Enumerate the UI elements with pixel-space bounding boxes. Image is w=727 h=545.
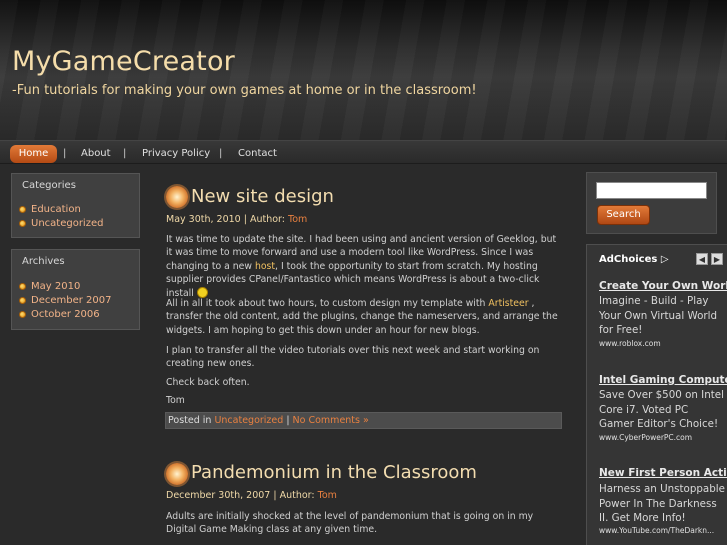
post-author-link[interactable]: Tom [318,490,337,501]
ad-next-icon[interactable]: ▶ [711,253,723,265]
adchoices-label[interactable]: AdChoices ▷ [599,254,669,265]
site-tagline: -Fun tutorials for making your own games… [12,83,477,98]
nav-home[interactable]: Home [10,145,57,163]
bullet-icon [19,283,26,290]
ad-body[interactable]: Imagine - Build - Play Your Own Virtual … [599,294,725,338]
ad-title[interactable]: New First Person Action [599,467,727,479]
post-signature: Tom [166,395,185,406]
search-widget: Search [586,172,717,234]
nav-about[interactable]: About [81,145,111,163]
archive-link-december-2007[interactable]: December 2007 [19,294,139,308]
archives-title: Archives [22,256,65,267]
post-sun-icon [166,186,188,208]
post-paragraph: All in all it took about two hours, to c… [166,298,558,336]
post-paragraph: I plan to transfer all the video tutoria… [166,345,540,370]
post-date: December 30th, 2007 [166,490,271,501]
post-paragraph: It was time to update the site. I had be… [166,234,557,299]
post-meta: May 30th, 2010 | Author: Tom [166,214,307,225]
categories-list: Education Uncategorized [12,203,139,231]
post-meta: December 30th, 2007 | Author: Tom [166,490,337,501]
nav-contact[interactable]: Contact [238,145,277,163]
nav-separator: | [123,148,127,159]
bullet-icon [19,297,26,304]
bullet-icon [19,220,26,227]
ad-body[interactable]: Save Over $500 on Intel Core i7. Voted P… [599,388,725,432]
archive-link-may-2010[interactable]: May 2010 [19,280,139,294]
ad-url[interactable]: www.YouTube.com/TheDarkn... [599,526,714,535]
ad-title[interactable]: Create Your Own World [599,280,727,292]
author-label: | Author: [273,490,315,501]
ad-prev-icon[interactable]: ◀ [696,253,708,265]
main-nav: Home | About | Privacy Policy | Contact [0,140,727,164]
adchoices-triangle-icon: ▷ [660,254,669,265]
post-title[interactable]: New site design [191,186,334,207]
site-title[interactable]: MyGameCreator [12,46,235,77]
post-footer: Posted in Uncategorized | No Comments » [165,412,562,429]
category-link-education[interactable]: Education [19,203,139,217]
archives-list: May 2010 December 2007 October 2006 [12,280,139,322]
host-link[interactable]: host [255,261,275,272]
smiley-icon [196,286,208,298]
category-link[interactable]: Uncategorized [214,415,283,426]
categories-title: Categories [22,180,76,191]
search-button[interactable]: Search [597,205,650,225]
author-label: | Author: [243,214,285,225]
post-author-link[interactable]: Tom [288,214,307,225]
ad-url[interactable]: www.CyberPowerPC.com [599,433,692,442]
post-sun-icon [166,463,188,485]
category-link-uncategorized[interactable]: Uncategorized [19,217,139,231]
post-paragraph: Adults are initially shocked at the leve… [166,511,534,536]
categories-widget: Categories Education Uncategorized [11,173,140,238]
site-header: MyGameCreator -Fun tutorials for making … [0,0,727,140]
archive-link-october-2006[interactable]: October 2006 [19,308,139,322]
ad-title[interactable]: Intel Gaming Computer [599,374,727,386]
bullet-icon [19,206,26,213]
nav-separator: | [63,148,67,159]
nav-privacy-policy[interactable]: Privacy Policy [142,145,210,163]
bullet-icon [19,311,26,318]
post-date: May 30th, 2010 [166,214,241,225]
artisteer-link[interactable]: Artisteer [488,298,528,309]
ad-url[interactable]: www.roblox.com [599,339,661,348]
archives-widget: Archives May 2010 December 2007 October … [11,249,140,330]
ad-widget: AdChoices ▷ ◀ ▶ Create Your Own World Im… [586,244,727,545]
nav-separator: | [219,148,223,159]
comments-link[interactable]: No Comments » [293,415,369,426]
post-paragraph: Check back often. [166,377,250,388]
search-input[interactable] [596,182,707,199]
post-title[interactable]: Pandemonium in the Classroom [191,462,477,483]
ad-body[interactable]: Harness an Unstoppable Power In The Dark… [599,482,725,526]
